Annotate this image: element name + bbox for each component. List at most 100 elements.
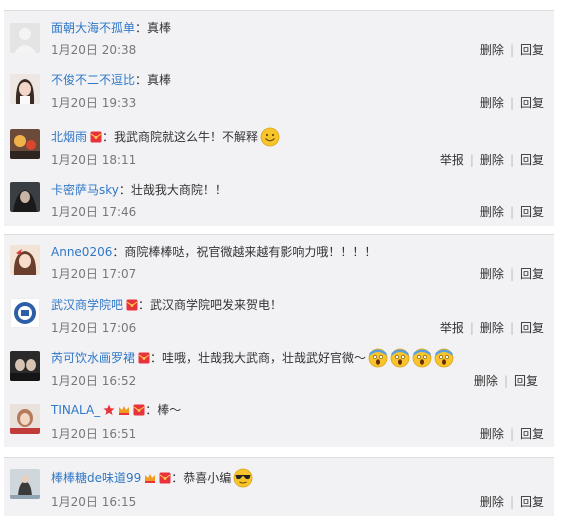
delete-button[interactable]: 删除 [480, 495, 504, 509]
comment-item: TINALA_ ：棒～ 1月20日 16:51 删除 | 回复 [4, 394, 554, 447]
comment-actions: 举报 | 删除 | 回复 [440, 319, 544, 336]
avatar[interactable] [10, 404, 40, 434]
action-separator: | [509, 96, 514, 110]
comment-item: 棒棒糖de味道99 ：恭喜小编 1月20日 16:15 删除 | 回复 [4, 458, 554, 516]
username-link[interactable]: 不俊不二不逗比 [51, 73, 135, 87]
scream-emoji-icon [390, 348, 410, 368]
comment-text: 恭喜小编 [183, 471, 232, 485]
action-separator: | [509, 205, 514, 219]
comment-actions: 删除 | 回复 [480, 265, 544, 282]
colon-separator: ： [150, 351, 163, 365]
username-link[interactable]: Anne0206 [51, 245, 112, 259]
username-link[interactable]: 面朝大海不孤单 [51, 21, 135, 35]
red-envelope-badge-icon [90, 131, 102, 143]
comment-text: 棒～ [157, 403, 182, 417]
username-link[interactable]: 芮可饮水画罗裙 [51, 351, 135, 365]
reply-button[interactable]: 回复 [520, 267, 544, 281]
crown-icon [118, 404, 130, 416]
comment-group-3: 棒棒糖de味道99 ：恭喜小编 1月20日 16:15 删除 | 回复 [4, 457, 554, 516]
scream-emoji-icon [368, 348, 388, 368]
comment-actions: 删除 | 回复 [480, 493, 544, 510]
comment-time: 1月20日 17:46 [51, 205, 137, 219]
comment-actions: 删除 | 回复 [480, 94, 544, 111]
comment-time: 1月20日 18:11 [51, 153, 137, 167]
red-star-icon [103, 404, 115, 416]
delete-button[interactable]: 删除 [480, 153, 504, 167]
reply-button[interactable]: 回复 [520, 495, 544, 509]
comment-time: 1月20日 19:33 [51, 96, 137, 110]
smile-emoji-icon [260, 127, 280, 147]
action-separator: | [509, 427, 514, 441]
comment-group-1: 面朝大海不孤单：真棒 1月20日 20:38 删除 | 回复 不俊不二不逗比：真棒 … [4, 10, 554, 226]
comment-item: 卡密萨马sky：壮哉我大商院！！ 1月20日 17:46 删除 | 回复 [4, 172, 554, 226]
comment-group-2: Anne0206 ： 商院棒棒哒，祝官微越来越有影响力哦！！！！ 1月20日 17:… [4, 234, 554, 447]
delete-button[interactable]: 删除 [480, 96, 504, 110]
comment-line: TINALA_ ：棒～ [51, 401, 181, 419]
action-separator: | [503, 374, 508, 388]
reply-button[interactable]: 回复 [520, 153, 544, 167]
comment-actions: 删除 | 回复 [480, 203, 544, 220]
reply-button[interactable]: 回复 [520, 427, 544, 441]
comment-text: 武汉商学院吧发来贺电！ [150, 298, 283, 312]
username-link[interactable]: 卡密萨马sky [51, 183, 119, 197]
reply-button[interactable]: 回复 [520, 96, 544, 110]
username-link[interactable]: 武汉商学院吧 [51, 298, 123, 312]
comment-text: 壮哉我大商院！！ [130, 183, 227, 197]
scream-emoji-icon [412, 348, 432, 368]
colon-separator: ： [135, 21, 148, 35]
comment-time: 1月20日 16:52 [51, 374, 137, 388]
comment-text: 真棒 [147, 73, 172, 87]
action-separator: | [509, 43, 514, 57]
comment-line: 卡密萨马sky：壮哉我大商院！！ [51, 181, 227, 199]
reply-button[interactable]: 回复 [520, 43, 544, 57]
username-link[interactable]: 棒棒糖de味道99 [51, 471, 141, 485]
comment-item: 北烟雨 ：我武商院就这么牛！不解释 1月20日 18:11 举报 | 删除 | 回复 [4, 117, 554, 172]
delete-button[interactable]: 删除 [480, 205, 504, 219]
action-separator: | [469, 153, 474, 167]
comment-time: 1月20日 16:15 [51, 495, 137, 509]
username-link[interactable]: 北烟雨 [51, 130, 87, 144]
delete-button[interactable]: 删除 [480, 427, 504, 441]
comment-line: 不俊不二不逗比：真棒 [51, 71, 171, 89]
comment-line: 北烟雨 ：我武商院就这么牛！不解释 [51, 127, 280, 147]
comment-time: 1月20日 17:07 [51, 267, 137, 281]
delete-button[interactable]: 删除 [480, 267, 504, 281]
red-envelope-badge-icon [159, 472, 171, 484]
avatar[interactable] [10, 351, 40, 381]
delete-button[interactable]: 删除 [480, 43, 504, 57]
comment-text: 商院棒棒哒，祝官微越来越有影响力哦！！！！ [124, 245, 377, 259]
action-separator: | [469, 321, 474, 335]
comment-line: 芮可饮水画罗裙 ：哇哦，壮哉我大武商，壮哉武好官微～ [51, 348, 454, 368]
action-separator: | [509, 267, 514, 281]
comment-time: 1月20日 16:51 [51, 427, 137, 441]
comment-actions: 删除 | 回复 [474, 372, 538, 389]
report-button[interactable]: 举报 [440, 321, 464, 335]
avatar[interactable] [10, 129, 40, 159]
avatar[interactable] [10, 245, 40, 275]
reply-button[interactable]: 回复 [520, 205, 544, 219]
avatar[interactable] [10, 298, 40, 328]
reply-button[interactable]: 回复 [520, 321, 544, 335]
avatar[interactable] [10, 469, 40, 499]
comment-text: 真棒 [147, 21, 172, 35]
avatar[interactable] [10, 23, 40, 53]
avatar[interactable] [10, 74, 40, 104]
avatar[interactable] [10, 182, 40, 212]
comment-item: 不俊不二不逗比：真棒 1月20日 19:33 删除 | 回复 [4, 64, 554, 117]
comment-text: 哇哦，壮哉我大武商，壮哉武好官微～ [162, 351, 367, 365]
colon-separator: ： [135, 73, 148, 87]
comment-item: 芮可饮水画罗裙 ：哇哦，壮哉我大武商，壮哉武好官微～ 1月20日 16:52 删除… [4, 341, 554, 394]
comment-text: 我武商院就这么牛！不解释 [114, 130, 259, 144]
username-link[interactable]: TINALA_ [51, 403, 100, 417]
report-button[interactable]: 举报 [440, 153, 464, 167]
action-separator: | [509, 153, 514, 167]
colon-separator: ： [145, 403, 158, 417]
comment-item: 面朝大海不孤单：真棒 1月20日 20:38 删除 | 回复 [4, 11, 554, 64]
delete-button[interactable]: 删除 [480, 321, 504, 335]
colon-separator: ： [118, 183, 131, 197]
colon-separator: ： [171, 471, 184, 485]
delete-button[interactable]: 删除 [474, 374, 498, 388]
reply-button[interactable]: 回复 [514, 374, 538, 388]
comment-actions: 删除 | 回复 [480, 425, 544, 442]
colon-separator: ： [138, 298, 151, 312]
